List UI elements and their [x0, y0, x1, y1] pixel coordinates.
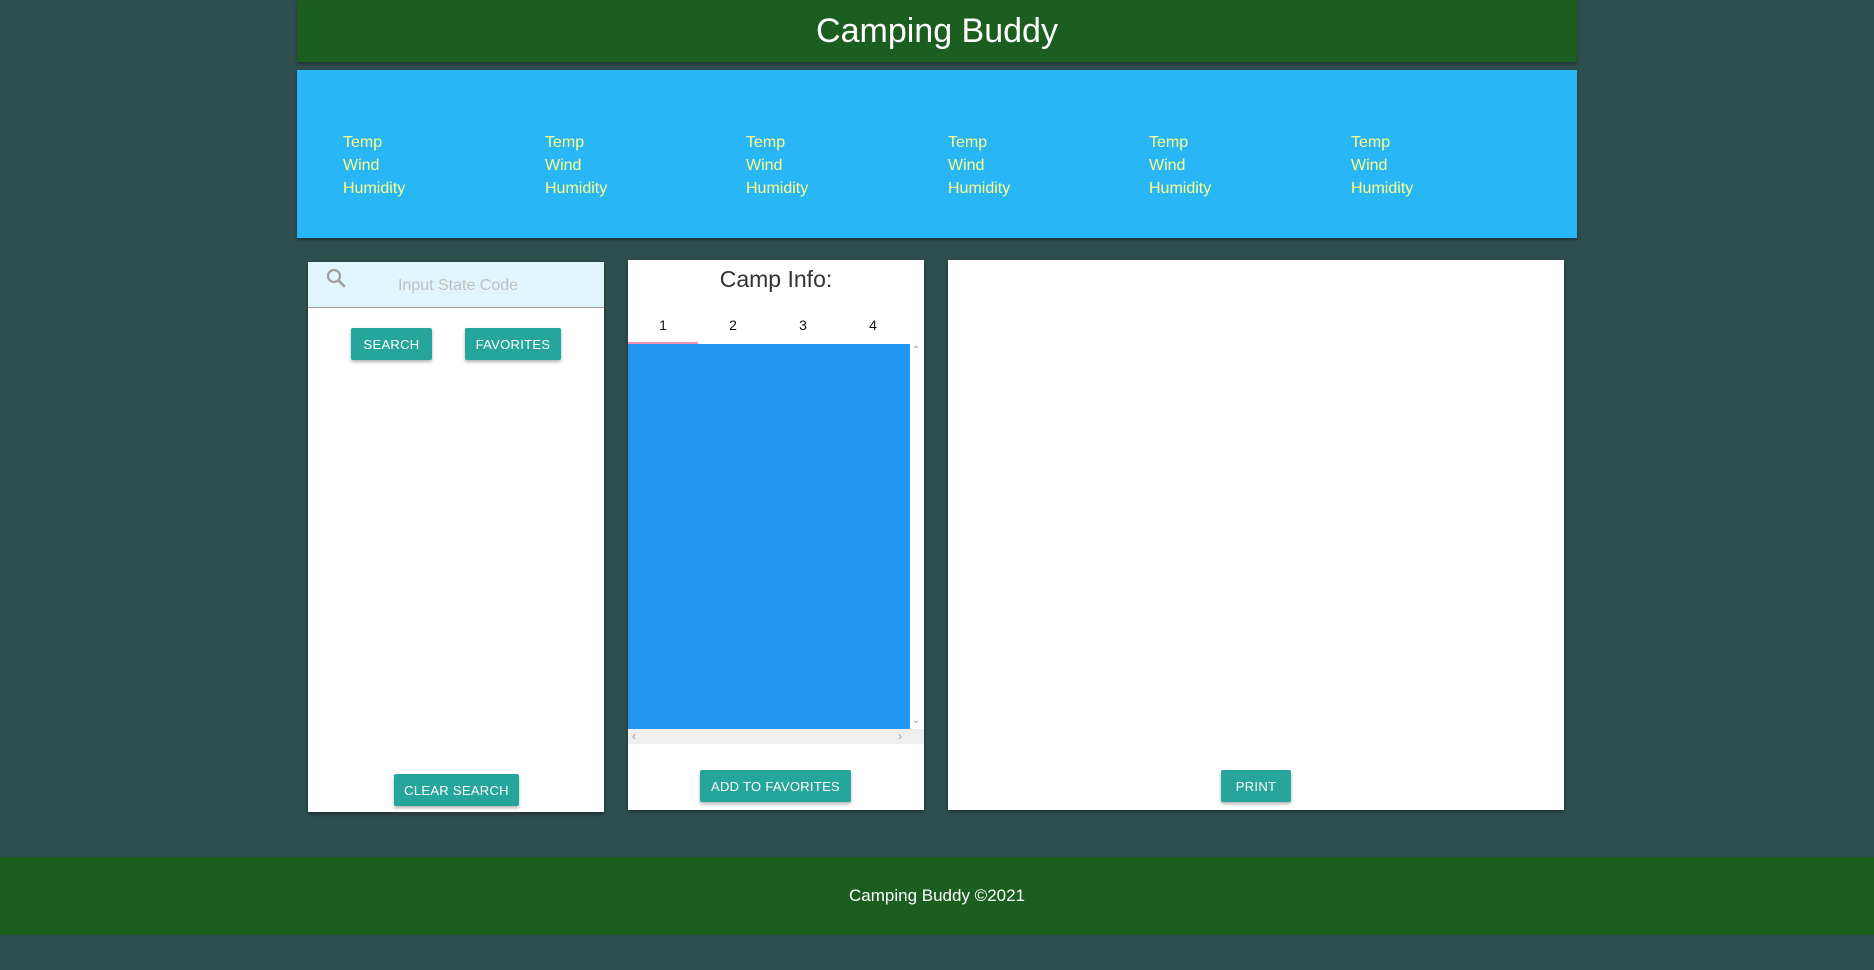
scroll-left-icon[interactable]: ‹	[632, 730, 636, 742]
app-header: Camping Buddy	[297, 0, 1577, 62]
humidity-label: Humidity	[343, 180, 406, 197]
humidity-label: Humidity	[1149, 180, 1212, 197]
temp-label: Temp	[545, 134, 585, 151]
state-code-input[interactable]	[356, 272, 560, 300]
horizontal-scrollbar[interactable]: ‹ ›	[628, 729, 924, 744]
temp-label: Temp	[1149, 134, 1189, 151]
forecast-day-5: Temp Wind Humidity	[1149, 131, 1211, 200]
temp-label: Temp	[746, 134, 786, 151]
camp-info-content[interactable]	[628, 344, 910, 729]
humidity-label: Humidity	[746, 180, 809, 197]
search-icon	[324, 266, 348, 290]
print-button[interactable]: PRINT	[1221, 770, 1291, 802]
search-bar	[308, 262, 604, 308]
wind-label: Wind	[746, 157, 783, 174]
forecast-day-4: Temp Wind Humidity	[948, 131, 1010, 200]
temp-label: Temp	[948, 134, 988, 151]
forecast-day-2: Temp Wind Humidity	[545, 131, 607, 200]
forecast-day-3: Temp Wind Humidity	[746, 131, 808, 200]
clear-search-button[interactable]: CLEAR SEARCH	[394, 774, 519, 806]
humidity-label: Humidity	[1351, 180, 1414, 197]
tab-2[interactable]: 2	[698, 304, 768, 346]
footer-text: Camping Buddy ©2021	[848, 886, 1026, 905]
humidity-label: Humidity	[545, 180, 608, 197]
camp-info-title: Camp Info:	[719, 266, 833, 292]
tab-1[interactable]: 1	[628, 304, 698, 346]
tab-4[interactable]: 4	[838, 304, 908, 346]
humidity-label: Humidity	[948, 180, 1011, 197]
scroll-down-icon[interactable]: ⌄	[912, 716, 920, 726]
search-card: SEARCH FAVORITES CLEAR SEARCH	[308, 262, 604, 812]
scroll-right-icon[interactable]: ›	[898, 730, 902, 742]
temp-label: Temp	[343, 134, 383, 151]
camp-info-card: Camp Info: 1 2 3 4 ⌃ ⌄ ‹ › ADD TO FAVORI…	[628, 260, 924, 810]
wind-label: Wind	[1351, 157, 1388, 174]
temp-label: Temp	[1351, 134, 1391, 151]
app-title: Camping Buddy	[816, 11, 1058, 50]
vertical-scrollbar[interactable]: ⌃ ⌄	[910, 344, 924, 729]
camp-tabs: 1 2 3 4	[628, 304, 911, 346]
wind-label: Wind	[545, 157, 582, 174]
wind-label: Wind	[948, 157, 985, 174]
app-footer: Camping Buddy ©2021	[0, 857, 1874, 935]
search-button[interactable]: SEARCH	[351, 328, 432, 360]
camp-detail-card: PRINT	[948, 260, 1564, 810]
forecast-day-1: Temp Wind Humidity	[343, 131, 405, 200]
add-to-favorites-button[interactable]: ADD TO FAVORITES	[700, 770, 851, 802]
wind-label: Wind	[1149, 157, 1186, 174]
tab-3[interactable]: 3	[768, 304, 838, 346]
wind-label: Wind	[343, 157, 380, 174]
forecast-day-6: Temp Wind Humidity	[1351, 131, 1413, 200]
weather-forecast-panel: Temp Wind Humidity Temp Wind Humidity Te…	[297, 70, 1577, 238]
favorites-button[interactable]: FAVORITES	[465, 328, 561, 360]
scroll-up-icon[interactable]: ⌃	[912, 346, 920, 356]
